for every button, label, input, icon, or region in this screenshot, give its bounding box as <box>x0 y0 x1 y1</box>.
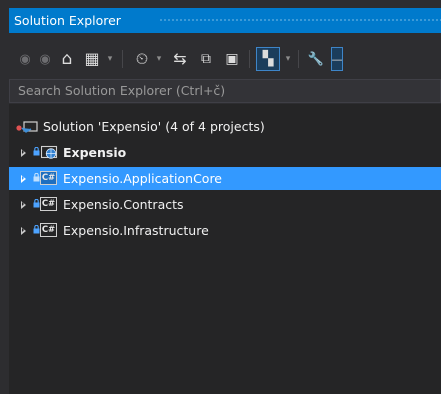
project-label: Expensio.Infrastructure <box>63 223 209 238</box>
pending-changes-filter-icon[interactable]: ⏲ <box>131 47 153 71</box>
tree-row-project[interactable]: C# Expensio.ApplicationCore <box>9 167 441 190</box>
tree-row-solution[interactable]: Solution 'Expensio' (4 of 4 projects) <box>9 115 441 138</box>
source-control-lock-icon <box>33 225 40 234</box>
source-control-lock-icon <box>33 199 40 208</box>
solution-tree: Solution 'Expensio' (4 of 4 projects) Ex… <box>9 104 441 394</box>
show-all-files-icon[interactable]: ▣ <box>221 47 243 71</box>
source-control-lock-icon <box>33 147 40 156</box>
switch-views-icon[interactable]: ▦ <box>81 47 103 71</box>
pending-changes-dropdown[interactable]: ▾ <box>154 47 164 71</box>
preview-dropdown[interactable]: ▾ <box>283 47 293 71</box>
tree-row-project[interactable]: C# Expensio.Contracts <box>9 193 441 216</box>
csharp-project-icon: C# <box>40 197 57 211</box>
properties-wrench-icon[interactable]: 🔧 <box>305 47 327 71</box>
toolbar-separator <box>249 50 250 68</box>
search-input[interactable]: Search Solution Explorer (Ctrl+č) <box>9 79 441 103</box>
forward-icon[interactable]: ◉ <box>35 47 55 71</box>
tree-row-project[interactable]: Expensio <box>9 141 441 164</box>
panel-title: Solution Explorer <box>14 13 121 28</box>
tree-row-project[interactable]: C# Expensio.Infrastructure <box>9 219 441 242</box>
home-icon[interactable]: ⌂ <box>56 47 78 71</box>
toolbar-separator <box>122 50 123 68</box>
solution-explorer-toolbar: ◉ ◉ ⌂ ▦ ▾ ⏲ ▾ ⇆ ⧉ ▣ ▚ ▾ 🔧 — <box>9 44 441 74</box>
collapse-all-icon[interactable]: ⧉ <box>195 47 217 71</box>
preview-selected-items-icon[interactable]: ▚ <box>256 47 280 71</box>
properties-dropdown[interactable]: — <box>331 47 343 71</box>
expand-arrow-icon[interactable] <box>21 200 26 209</box>
source-control-lock-icon <box>33 173 40 182</box>
sync-with-active-document-icon[interactable]: ⇆ <box>169 47 191 71</box>
csharp-project-icon: C# <box>40 171 57 185</box>
switch-views-dropdown[interactable]: ▾ <box>105 47 115 71</box>
expand-arrow-icon[interactable] <box>21 174 26 183</box>
toolbar-separator <box>298 50 299 68</box>
titlebar-grip[interactable] <box>159 18 441 23</box>
solution-icon <box>16 121 38 133</box>
project-label: Expensio <box>63 145 127 160</box>
web-project-icon <box>41 145 58 159</box>
expand-arrow-icon[interactable] <box>21 226 26 235</box>
project-label: Expensio.Contracts <box>63 197 184 212</box>
project-label: Expensio.ApplicationCore <box>63 171 223 186</box>
back-icon[interactable]: ◉ <box>15 47 35 71</box>
expand-arrow-icon[interactable] <box>21 148 26 157</box>
solution-label: Solution 'Expensio' (4 of 4 projects) <box>43 119 265 134</box>
solution-explorer-titlebar: Solution Explorer <box>9 8 441 33</box>
csharp-project-icon: C# <box>40 223 57 237</box>
